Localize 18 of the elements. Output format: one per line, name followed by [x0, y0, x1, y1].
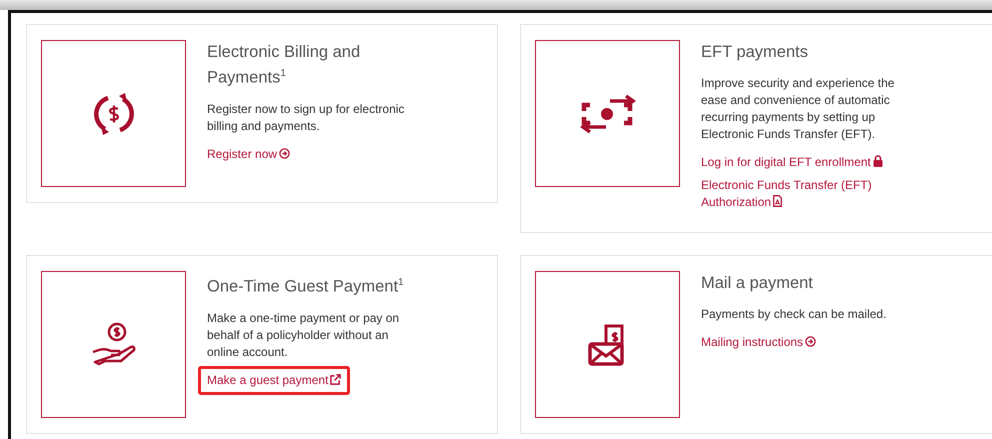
- arrow-circle-icon: [279, 148, 290, 158]
- external-link-icon: [330, 374, 342, 384]
- arrow-circle-icon: [805, 336, 816, 347]
- money-exchange-icon: [580, 94, 636, 132]
- hand-coin-icon: [90, 322, 136, 368]
- card-description: Make a one-time payment or pay on behalf of a policyholder without an online account.: [207, 310, 400, 360]
- card-link[interactable]: Register now: [198, 140, 300, 168]
- card-title: Mail a payment: [701, 273, 814, 294]
- card-description: Register now to sign up for electronic billing and payments.: [207, 100, 406, 134]
- card-title: Electronic Billing and Payments$^{1}$: [207, 42, 362, 88]
- card-description: Improve security and experience the ease and convenience of automatic recurring payments by setting up Electronic Funds Transfer (EFT).: [701, 75, 896, 143]
- card-title: One-Time Guest Payment$^{1}$: [207, 276, 405, 298]
- card-link[interactable]: Make a guest payment: [198, 366, 350, 394]
- card-description: Payments by check can be mailed.: [701, 306, 888, 323]
- pdf-file-icon: [773, 195, 782, 207]
- card-link[interactable]: Mailing instructions: [692, 328, 826, 357]
- lock-icon: [872, 155, 883, 167]
- card-title: EFT payments: [701, 42, 809, 63]
